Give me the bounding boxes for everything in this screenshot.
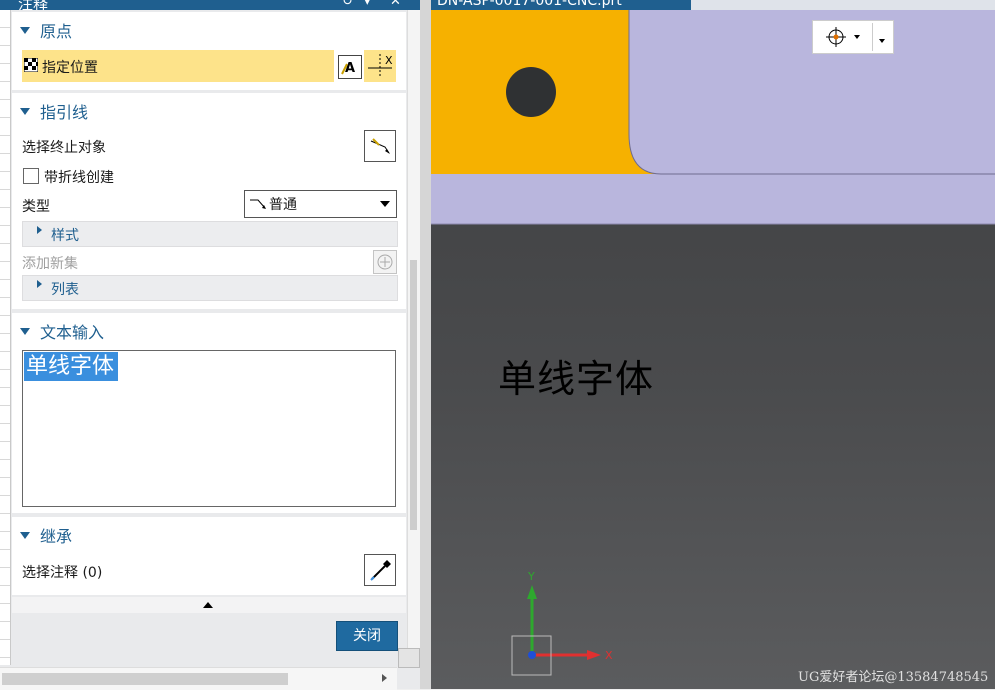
text-input-section: 文本输入 单线字体 xyxy=(12,313,406,513)
dialog-scrollbar[interactable] xyxy=(407,10,420,665)
background-sheet-grid xyxy=(0,10,11,665)
specify-location-label: 指定位置 xyxy=(42,60,98,76)
graphics-viewport[interactable]: 单线字体 Y X UG爱好者论坛@13584748545 xyxy=(431,10,995,689)
snap-toolbar xyxy=(812,20,894,54)
type-label: 类型 xyxy=(22,199,50,215)
scrollbar-thumb[interactable] xyxy=(410,260,417,530)
with-jog-label: 带折线创建 xyxy=(44,170,114,186)
expand-arrow-icon xyxy=(37,226,42,234)
y-axis-label: Y xyxy=(528,570,535,583)
reset-icon[interactable]: ↻ xyxy=(342,0,353,9)
type-select-value: 普通 xyxy=(269,197,297,213)
leader-type-icon xyxy=(250,199,266,209)
style-subsection[interactable]: 样式 xyxy=(22,221,398,247)
origin-tool-button[interactable]: A xyxy=(338,55,362,79)
inherit-section-title: 继承 xyxy=(40,527,73,546)
list-subsection[interactable]: 列表 xyxy=(22,275,398,301)
chevron-down-icon[interactable] xyxy=(854,35,860,39)
leader-section: 指引线 选择终止对象 带折线创建 类型 普通 样式 添加新集 列表 xyxy=(12,93,406,309)
document-tab[interactable]: DN-ASP-0017-001-CNC.prt xyxy=(431,0,691,10)
svg-text:A: A xyxy=(345,61,355,76)
wcs-triad xyxy=(511,585,601,676)
add-circle-icon xyxy=(377,254,393,270)
more-options-toggle[interactable] xyxy=(12,597,406,613)
hole-circle xyxy=(506,67,556,117)
chevron-up-icon xyxy=(203,602,213,608)
toolbar-divider xyxy=(872,23,873,51)
document-tab-title: DN-ASP-0017-001-CNC.prt xyxy=(437,0,622,9)
dialog-titlebar: 注释 ↻ ▾ ✕ xyxy=(0,0,420,10)
inherit-section-header[interactable]: 继承 xyxy=(20,523,72,547)
list-subsection-label: 列表 xyxy=(51,282,79,298)
watermark: UG爱好者论坛@13584748545 xyxy=(798,670,989,685)
eyedropper-icon xyxy=(370,560,391,581)
x-axis-label: X xyxy=(605,649,613,662)
collapse-icon[interactable]: ▾ xyxy=(364,0,371,9)
horizontal-scrollbar[interactable] xyxy=(0,667,397,690)
leader-section-header[interactable]: 指引线 xyxy=(20,99,88,123)
style-subsection-label: 样式 xyxy=(51,228,79,244)
origin-section: 原点 指定位置 A X xyxy=(12,12,406,90)
x-axis-arrowhead xyxy=(587,650,601,660)
chevron-down-icon xyxy=(380,201,390,207)
annotation-dialog: 注释 ↻ ▾ ✕ 原点 指定位置 A X 指引线 选择终止对象 带折线创建 类型… xyxy=(0,0,420,690)
toolbar-overflow-icon[interactable] xyxy=(879,39,885,43)
leader-section-title: 指引线 xyxy=(40,103,89,122)
selected-text: 单线字体 xyxy=(24,352,119,381)
select-annotation-label: 选择注释 (0) xyxy=(22,565,103,581)
type-select[interactable]: 普通 xyxy=(244,190,397,218)
svg-text:X: X xyxy=(385,54,393,67)
expand-arrow-icon xyxy=(37,280,42,288)
specify-location-row[interactable]: 指定位置 xyxy=(22,50,334,82)
expand-triangle-icon xyxy=(20,27,30,34)
inherit-section: 继承 选择注释 (0) xyxy=(12,517,406,595)
y-axis-arrowhead xyxy=(527,585,537,599)
expand-triangle-icon xyxy=(20,108,30,115)
alignment-button[interactable]: X xyxy=(364,50,396,82)
text-origin-icon: A xyxy=(341,61,355,76)
splitter[interactable] xyxy=(420,0,431,689)
checkered-flag-icon xyxy=(24,58,38,72)
origin-section-title: 原点 xyxy=(40,22,73,41)
close-icon[interactable]: ✕ xyxy=(390,0,401,9)
dialog-title: 注释 xyxy=(18,0,49,10)
text-input-section-header[interactable]: 文本输入 xyxy=(20,319,104,343)
text-input-area[interactable]: 单线字体 xyxy=(22,350,396,507)
expand-triangle-icon xyxy=(20,532,30,539)
leader-select-icon xyxy=(370,138,390,154)
select-end-object-label: 选择终止对象 xyxy=(22,140,106,156)
origin-section-header[interactable]: 原点 xyxy=(20,18,72,42)
annotation-preview-text[interactable]: 单线字体 xyxy=(498,348,654,403)
select-end-object-button[interactable] xyxy=(364,130,396,162)
expand-triangle-icon xyxy=(20,328,30,335)
close-button[interactable]: 关闭 xyxy=(336,621,398,651)
horizontal-scrollbar-thumb[interactable] xyxy=(2,673,288,685)
select-annotation-button[interactable] xyxy=(364,554,396,586)
add-new-set-button[interactable] xyxy=(373,250,397,274)
scroll-right-icon[interactable] xyxy=(382,674,387,682)
snap-point-icon[interactable] xyxy=(825,26,847,48)
add-new-set-label: 添加新集 xyxy=(22,256,78,272)
origin-point xyxy=(528,651,536,659)
text-input-section-title: 文本输入 xyxy=(40,323,105,342)
alignment-icon: X xyxy=(368,54,393,78)
tab-bar-empty xyxy=(691,0,995,10)
with-jog-checkbox[interactable] xyxy=(23,168,39,184)
resize-grip[interactable] xyxy=(398,648,420,668)
